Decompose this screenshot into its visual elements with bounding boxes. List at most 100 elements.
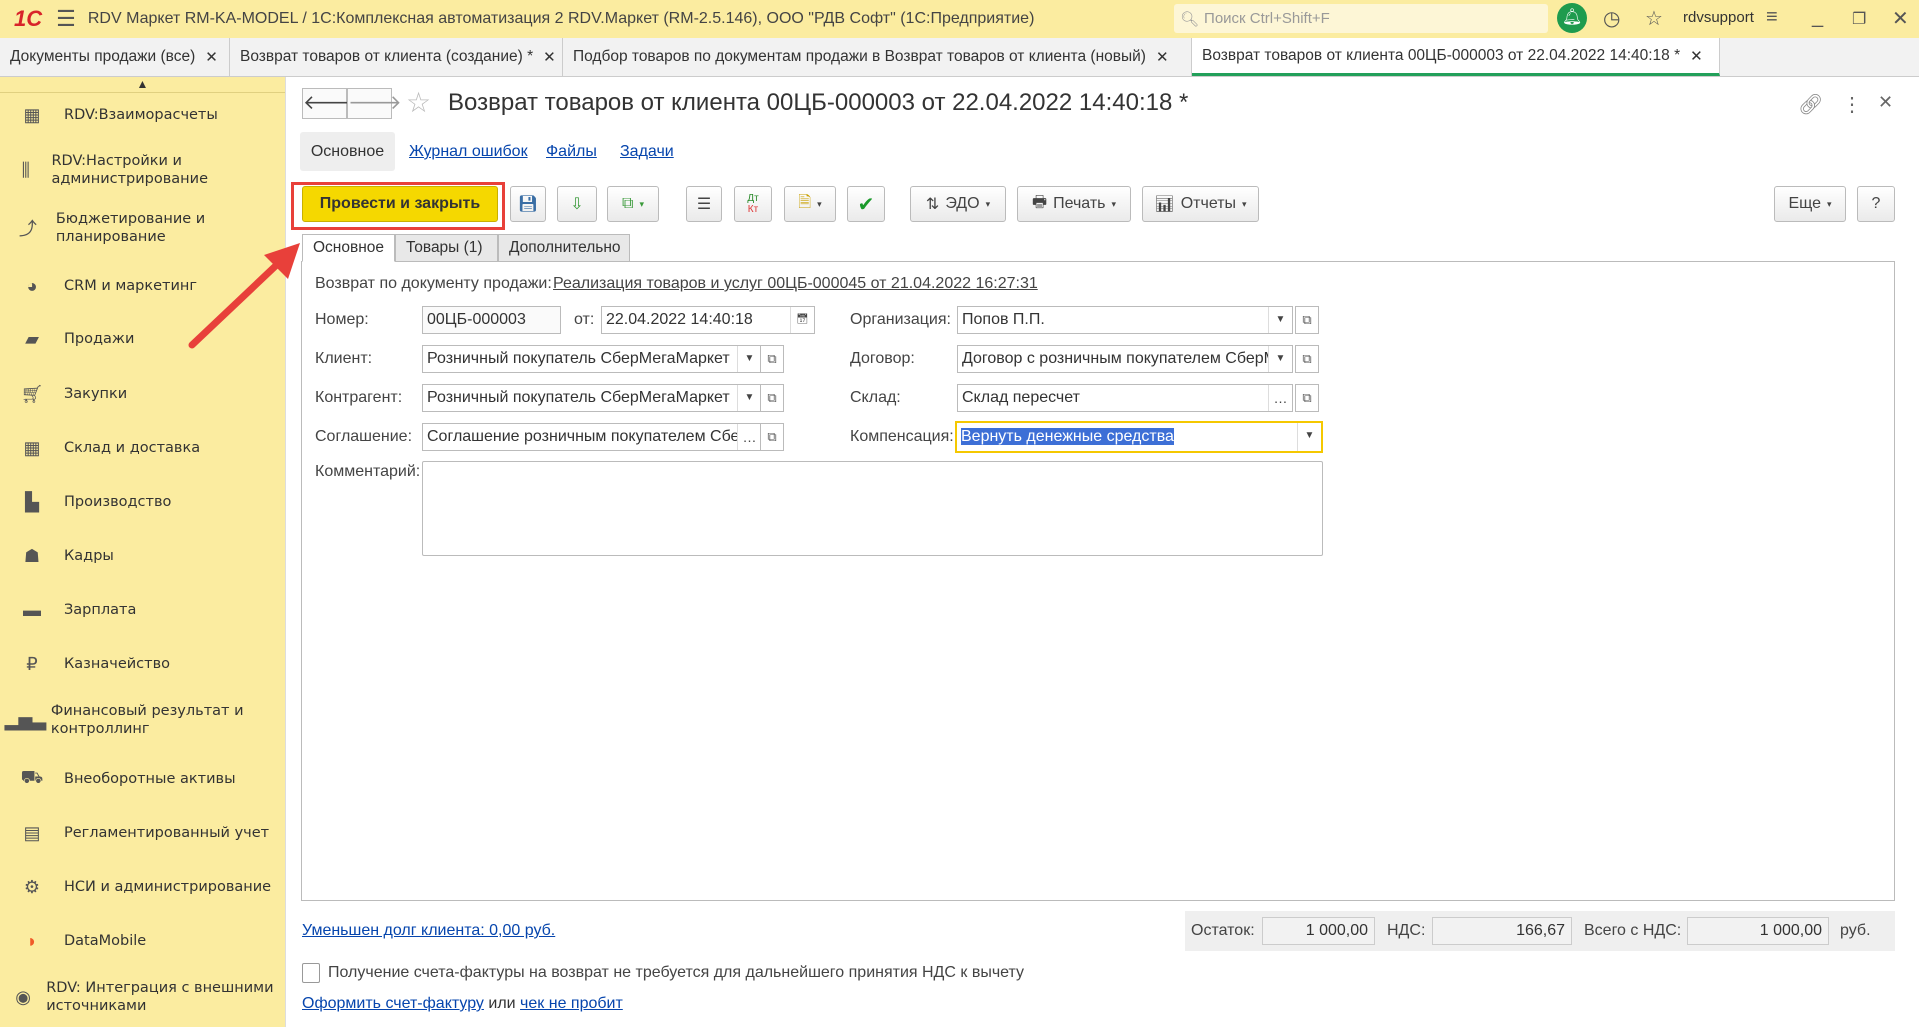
sidebar-item[interactable]: ▦ Склад и доставка — [0, 428, 286, 468]
warehouse-icon: ▦ — [23, 437, 41, 458]
sidebar-item[interactable]: ▙ Производство — [0, 482, 286, 522]
back-button[interactable]: 🡐 — [302, 88, 357, 119]
restore-icon[interactable]: ❐ — [1852, 9, 1866, 29]
notifications-bell-icon[interactable]: 🔔︎ — [1557, 3, 1587, 33]
chevron-down-icon[interactable]: ▼ — [737, 346, 761, 372]
search-input[interactable]: 🔍︎ Поиск Ctrl+Shift+F — [1174, 4, 1548, 33]
sidebar-item-label: Производство — [64, 494, 172, 510]
chevron-down-icon[interactable]: ▼ — [1268, 307, 1292, 333]
date-field[interactable]: 22.04.2022 14:40:18 📅︎ — [601, 306, 815, 334]
warehouse-field[interactable]: Склад пересчет… — [957, 384, 1293, 412]
reports-button[interactable]: 📊︎ Отчеты ▾ — [1142, 186, 1259, 222]
list-icon[interactable]: ☰ — [686, 186, 722, 222]
open-tab[interactable]: Подбор товаров по документам продажи в В… — [563, 38, 1192, 76]
counterparty-label: Контрагент: — [315, 389, 403, 406]
open-tab[interactable]: Документы продажи (все) ✕ — [0, 38, 230, 76]
tab-additional[interactable]: Дополнительно — [498, 234, 630, 262]
nav-files[interactable]: Файлы — [546, 143, 597, 161]
close-icon[interactable]: ✕ — [205, 48, 218, 66]
sidebar-item[interactable]: ⫼ RDV:Настройки и администрирование — [0, 150, 286, 190]
calendar-icon[interactable]: 📅︎ — [790, 307, 814, 333]
reports-label: Отчеты — [1180, 195, 1237, 212]
open-icon[interactable]: ⧉ — [1295, 345, 1319, 373]
annotation-arrow — [188, 243, 300, 349]
create-based-on-button[interactable]: ⧉ ▾ — [607, 186, 659, 222]
post-and-close-button[interactable]: Провести и закрыть — [302, 186, 498, 222]
client-field[interactable]: Розничный покупатель СберМегаМаркет ▼ — [422, 345, 762, 373]
open-icon[interactable]: ⧉ — [760, 423, 784, 451]
org-field[interactable]: Попов П.П. ▼ — [957, 306, 1293, 334]
sidebar-item[interactable]: ▤ Регламентированный учет — [0, 813, 286, 853]
sidebar-item[interactable]: ⚙ НСИ и администрирование — [0, 867, 286, 907]
counterparty-field[interactable]: Розничный покупатель СберМегаМаркет ▼ — [422, 384, 762, 412]
compensation-field[interactable]: Вернуть денежные средства ▼ — [955, 421, 1323, 453]
close-icon[interactable]: ✕ — [543, 48, 556, 66]
contract-field[interactable]: Договор с розничным покупателем СберМ ▼ — [957, 345, 1293, 373]
sidebar-item[interactable]: ◉ RDV: Интеграция с внешними источниками — [0, 977, 286, 1017]
sidebar-item[interactable]: 🛒︎ Закупки — [0, 374, 286, 414]
1c-logo[interactable]: 1С — [14, 6, 42, 32]
sidebar-item[interactable]: ▬ Зарплата — [0, 590, 286, 630]
sidebar-item[interactable]: ₽ Казначейство — [0, 644, 286, 684]
tab-goods[interactable]: Товары (1) — [395, 234, 498, 262]
chevron-down-icon[interactable]: ▼ — [1268, 346, 1292, 372]
edo-button[interactable]: ⇅ ЭДО ▾ — [910, 186, 1006, 222]
close-icon[interactable]: ✕ — [1690, 47, 1703, 65]
select-ellipsis-icon[interactable]: … — [737, 424, 761, 450]
sidebar-item[interactable]: ☗ Кадры — [0, 536, 286, 576]
open-icon[interactable]: ⧉ — [1295, 384, 1319, 412]
open-tab-active[interactable]: Возврат товаров от клиента 00ЦБ-000003 о… — [1192, 38, 1720, 76]
sidebar-item[interactable]: ▦ RDV:Взаиморасчеты — [0, 95, 286, 135]
window-title: RDV Маркет RM-KA-MODEL / 1С:Комплексная … — [87, 10, 1035, 27]
help-button[interactable]: ? — [1857, 186, 1895, 222]
save-icon[interactable]: 💾︎ — [510, 186, 546, 222]
more-vertical-icon[interactable]: ⋮ — [1842, 92, 1862, 117]
checkmark-icon[interactable]: ✔ — [847, 186, 885, 222]
forward-button[interactable]: 🡒 — [347, 88, 402, 119]
menu-icon[interactable]: ☰ — [56, 6, 76, 32]
base-doc-link[interactable]: Реализация товаров и услуг 00ЦБ-000045 о… — [553, 275, 1038, 293]
history-icon[interactable]: ◷ — [1603, 6, 1620, 31]
sidebar-item[interactable]: ⛟ Внеоборотные активы — [0, 759, 286, 799]
debt-link[interactable]: Уменьшен долг клиента: 0,00 руб. — [302, 922, 555, 940]
title-bar: 1С ☰ RDV Маркет RM-KA-MODEL / 1С:Комплек… — [0, 0, 1919, 38]
chevron-down-icon[interactable]: ▼ — [737, 385, 761, 411]
tab-main[interactable]: Основное — [302, 234, 395, 262]
scroll-up-icon[interactable]: ▲ — [0, 77, 285, 93]
close-icon[interactable]: ✕ — [1156, 48, 1169, 66]
nav-error-log[interactable]: Журнал ошибок — [409, 143, 528, 161]
receipt-not-printed-link[interactable]: чек не пробит — [520, 995, 623, 1012]
open-icon[interactable]: ⧉ — [1295, 306, 1319, 334]
open-tab[interactable]: Возврат товаров от клиента (создание) * ✕ — [230, 38, 563, 76]
create-invoice-link[interactable]: Оформить счет-фактуру — [302, 995, 484, 1012]
close-icon[interactable]: ✕ — [1878, 92, 1893, 113]
post-icon[interactable]: ⇩ — [557, 186, 597, 222]
close-window-icon[interactable]: ✕ — [1892, 6, 1909, 31]
nav-tasks[interactable]: Задачи — [620, 143, 674, 161]
page-title: Возврат товаров от клиента 00ЦБ-000003 о… — [448, 89, 1189, 116]
sidebar-item-label: Казначейство — [64, 656, 171, 672]
favorite-star-icon[interactable]: ☆ — [406, 86, 431, 119]
comment-textarea[interactable] — [422, 461, 1323, 556]
number-field[interactable]: 00ЦБ-000003 — [422, 306, 561, 334]
sidebar-item[interactable]: ▂▅▃ Финансовый результат и контроллинг — [0, 700, 286, 740]
minimize-icon[interactable]: _ — [1812, 6, 1823, 29]
open-icon[interactable]: ⧉ — [760, 384, 784, 412]
settings-menu-icon[interactable]: ≡ — [1766, 6, 1778, 29]
open-icon[interactable]: ⧉ — [760, 345, 784, 373]
more-button[interactable]: Еще ▾ — [1774, 186, 1846, 222]
nav-main[interactable]: Основное — [300, 132, 395, 171]
select-ellipsis-icon[interactable]: … — [1268, 385, 1292, 411]
chevron-down-icon[interactable]: ▼ — [1297, 423, 1321, 451]
user-name[interactable]: rdvsupport — [1683, 9, 1754, 26]
sidebar-item[interactable]: ◗ DataMobile — [0, 921, 286, 961]
dt-kt-icon[interactable]: Дт Кт — [734, 186, 772, 222]
invoice-checkbox[interactable] — [302, 963, 320, 983]
agreement-field[interactable]: Соглашение розничным покупателем Сбер… — [422, 423, 762, 451]
favorites-star-icon[interactable]: ☆ — [1645, 6, 1663, 31]
bag-icon: ▰ — [25, 328, 39, 349]
document-status-button[interactable]: 🗎 ▾ — [784, 186, 836, 222]
link-icon[interactable]: 🔗︎ — [1798, 92, 1823, 117]
more-label: Еще — [1788, 195, 1822, 212]
print-button[interactable]: 🖶 Печать ▾ — [1017, 186, 1131, 222]
